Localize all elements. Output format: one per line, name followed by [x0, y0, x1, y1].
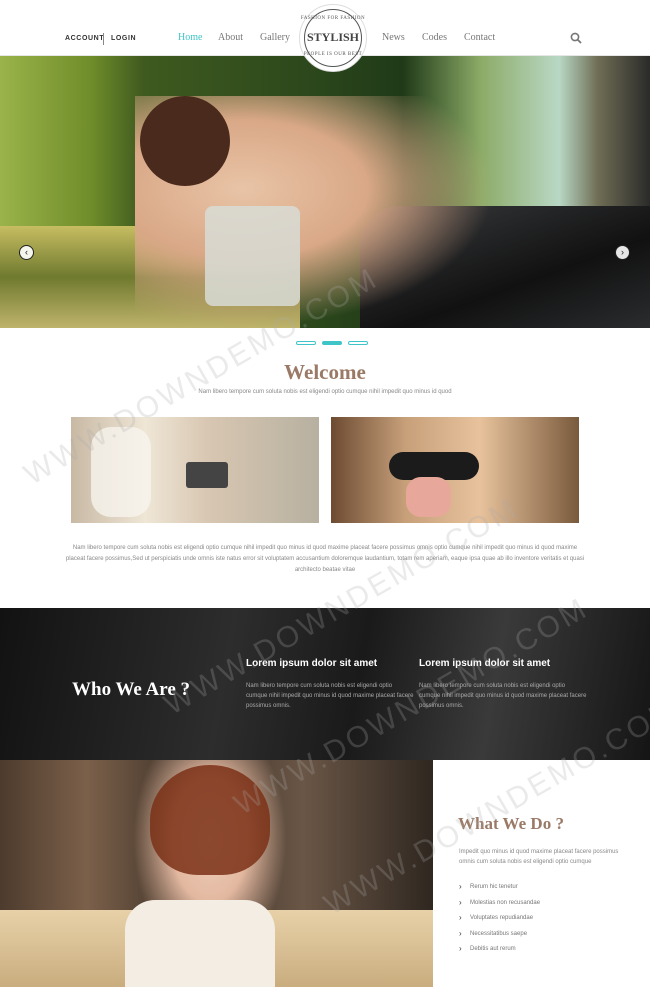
- what-we-do-list: › Rerum hic tenetur › Molestias non recusa…: [459, 882, 629, 960]
- list-item[interactable]: › Rerum hic tenetur: [459, 882, 629, 898]
- hero-model-hair: [140, 96, 230, 186]
- search-icon[interactable]: [570, 32, 582, 44]
- chevron-right-icon: ›: [459, 897, 462, 907]
- logo-word: STYLISH: [306, 30, 360, 44]
- account-link[interactable]: ACCOUNT: [65, 35, 104, 42]
- hero-slider-image: ‹ ›: [0, 56, 650, 328]
- slider-dot-2[interactable]: [322, 341, 342, 345]
- chevron-right-icon: ›: [459, 913, 462, 922]
- header-divider: [103, 33, 104, 45]
- who-we-are-title: Who We Are ?: [72, 679, 191, 700]
- who-col2-body: Nam libero tempore cum soluta nobis est …: [419, 683, 587, 709]
- list-item-label: Debitis aut rerum: [470, 946, 516, 952]
- what-we-do-body: Impedit quo minus id quod maxime placeat…: [459, 849, 619, 865]
- list-item[interactable]: › Voluptates repudiandae: [459, 913, 629, 929]
- nav-contact[interactable]: Contact: [464, 32, 495, 43]
- nav-about[interactable]: About: [218, 32, 243, 43]
- chevron-right-icon: ›: [459, 944, 462, 953]
- who-col1-title: Lorem ipsum dolor sit amet: [246, 658, 378, 669]
- list-item[interactable]: › Necessitatibus saepe: [459, 929, 629, 945]
- welcome-body-text: Nam libero tempore cum soluta nobis est …: [65, 545, 585, 573]
- slider-prev-icon[interactable]: ‹: [19, 245, 34, 260]
- list-item-label: Rerum hic tenetur: [470, 884, 518, 890]
- login-link[interactable]: LOGIN: [111, 35, 136, 42]
- list-item-label: Molestias non recusandae: [470, 899, 541, 906]
- slider-next-icon[interactable]: ›: [615, 245, 630, 260]
- slider-dot-1[interactable]: [296, 341, 316, 345]
- what-we-do-photo: [0, 760, 433, 987]
- who-col1-body: Nam libero tempore cum soluta nobis est …: [246, 683, 414, 709]
- list-item-label: Necessitatibus saepe: [470, 930, 528, 937]
- nav-gallery[interactable]: Gallery: [260, 32, 290, 43]
- what-we-do-title: What We Do ?: [458, 814, 564, 833]
- nav-codes[interactable]: Codes: [422, 32, 447, 43]
- list-item[interactable]: › Debitis aut rerum: [459, 944, 629, 960]
- welcome-photo-sunglasses: [331, 417, 579, 523]
- hands-shape: [406, 477, 451, 517]
- chevron-right-icon: ›: [459, 928, 462, 938]
- welcome-photo-camera: [71, 417, 319, 523]
- model-top-shape: [125, 900, 275, 987]
- list-item-label: Voluptates repudiandae: [470, 915, 534, 921]
- hero-model-shirt: [205, 206, 300, 306]
- welcome-title: Welcome: [284, 360, 366, 384]
- sunglasses-shape: [389, 452, 479, 480]
- welcome-subtitle: Nam libero tempore cum soluta nobis est …: [198, 389, 452, 395]
- slider-dot-3[interactable]: [348, 341, 368, 345]
- logo-bottom-text: PEOPLE IS OUR BEST: [303, 52, 363, 57]
- model-dress-shape: [91, 427, 151, 517]
- logo-top-text: FASHION FOR FASHION: [300, 16, 366, 21]
- nav-news[interactable]: News: [382, 32, 405, 43]
- who-col2-title: Lorem ipsum dolor sit amet: [419, 658, 551, 669]
- chevron-right-icon: ›: [459, 882, 462, 891]
- list-item[interactable]: › Molestias non recusandae: [459, 898, 629, 914]
- model-hair-shape: [150, 765, 270, 875]
- site-logo[interactable]: FASHION FOR FASHION STYLISH PEOPLE IS OU…: [299, 4, 367, 72]
- nav-home[interactable]: Home: [178, 32, 202, 43]
- camera-shape: [186, 462, 228, 488]
